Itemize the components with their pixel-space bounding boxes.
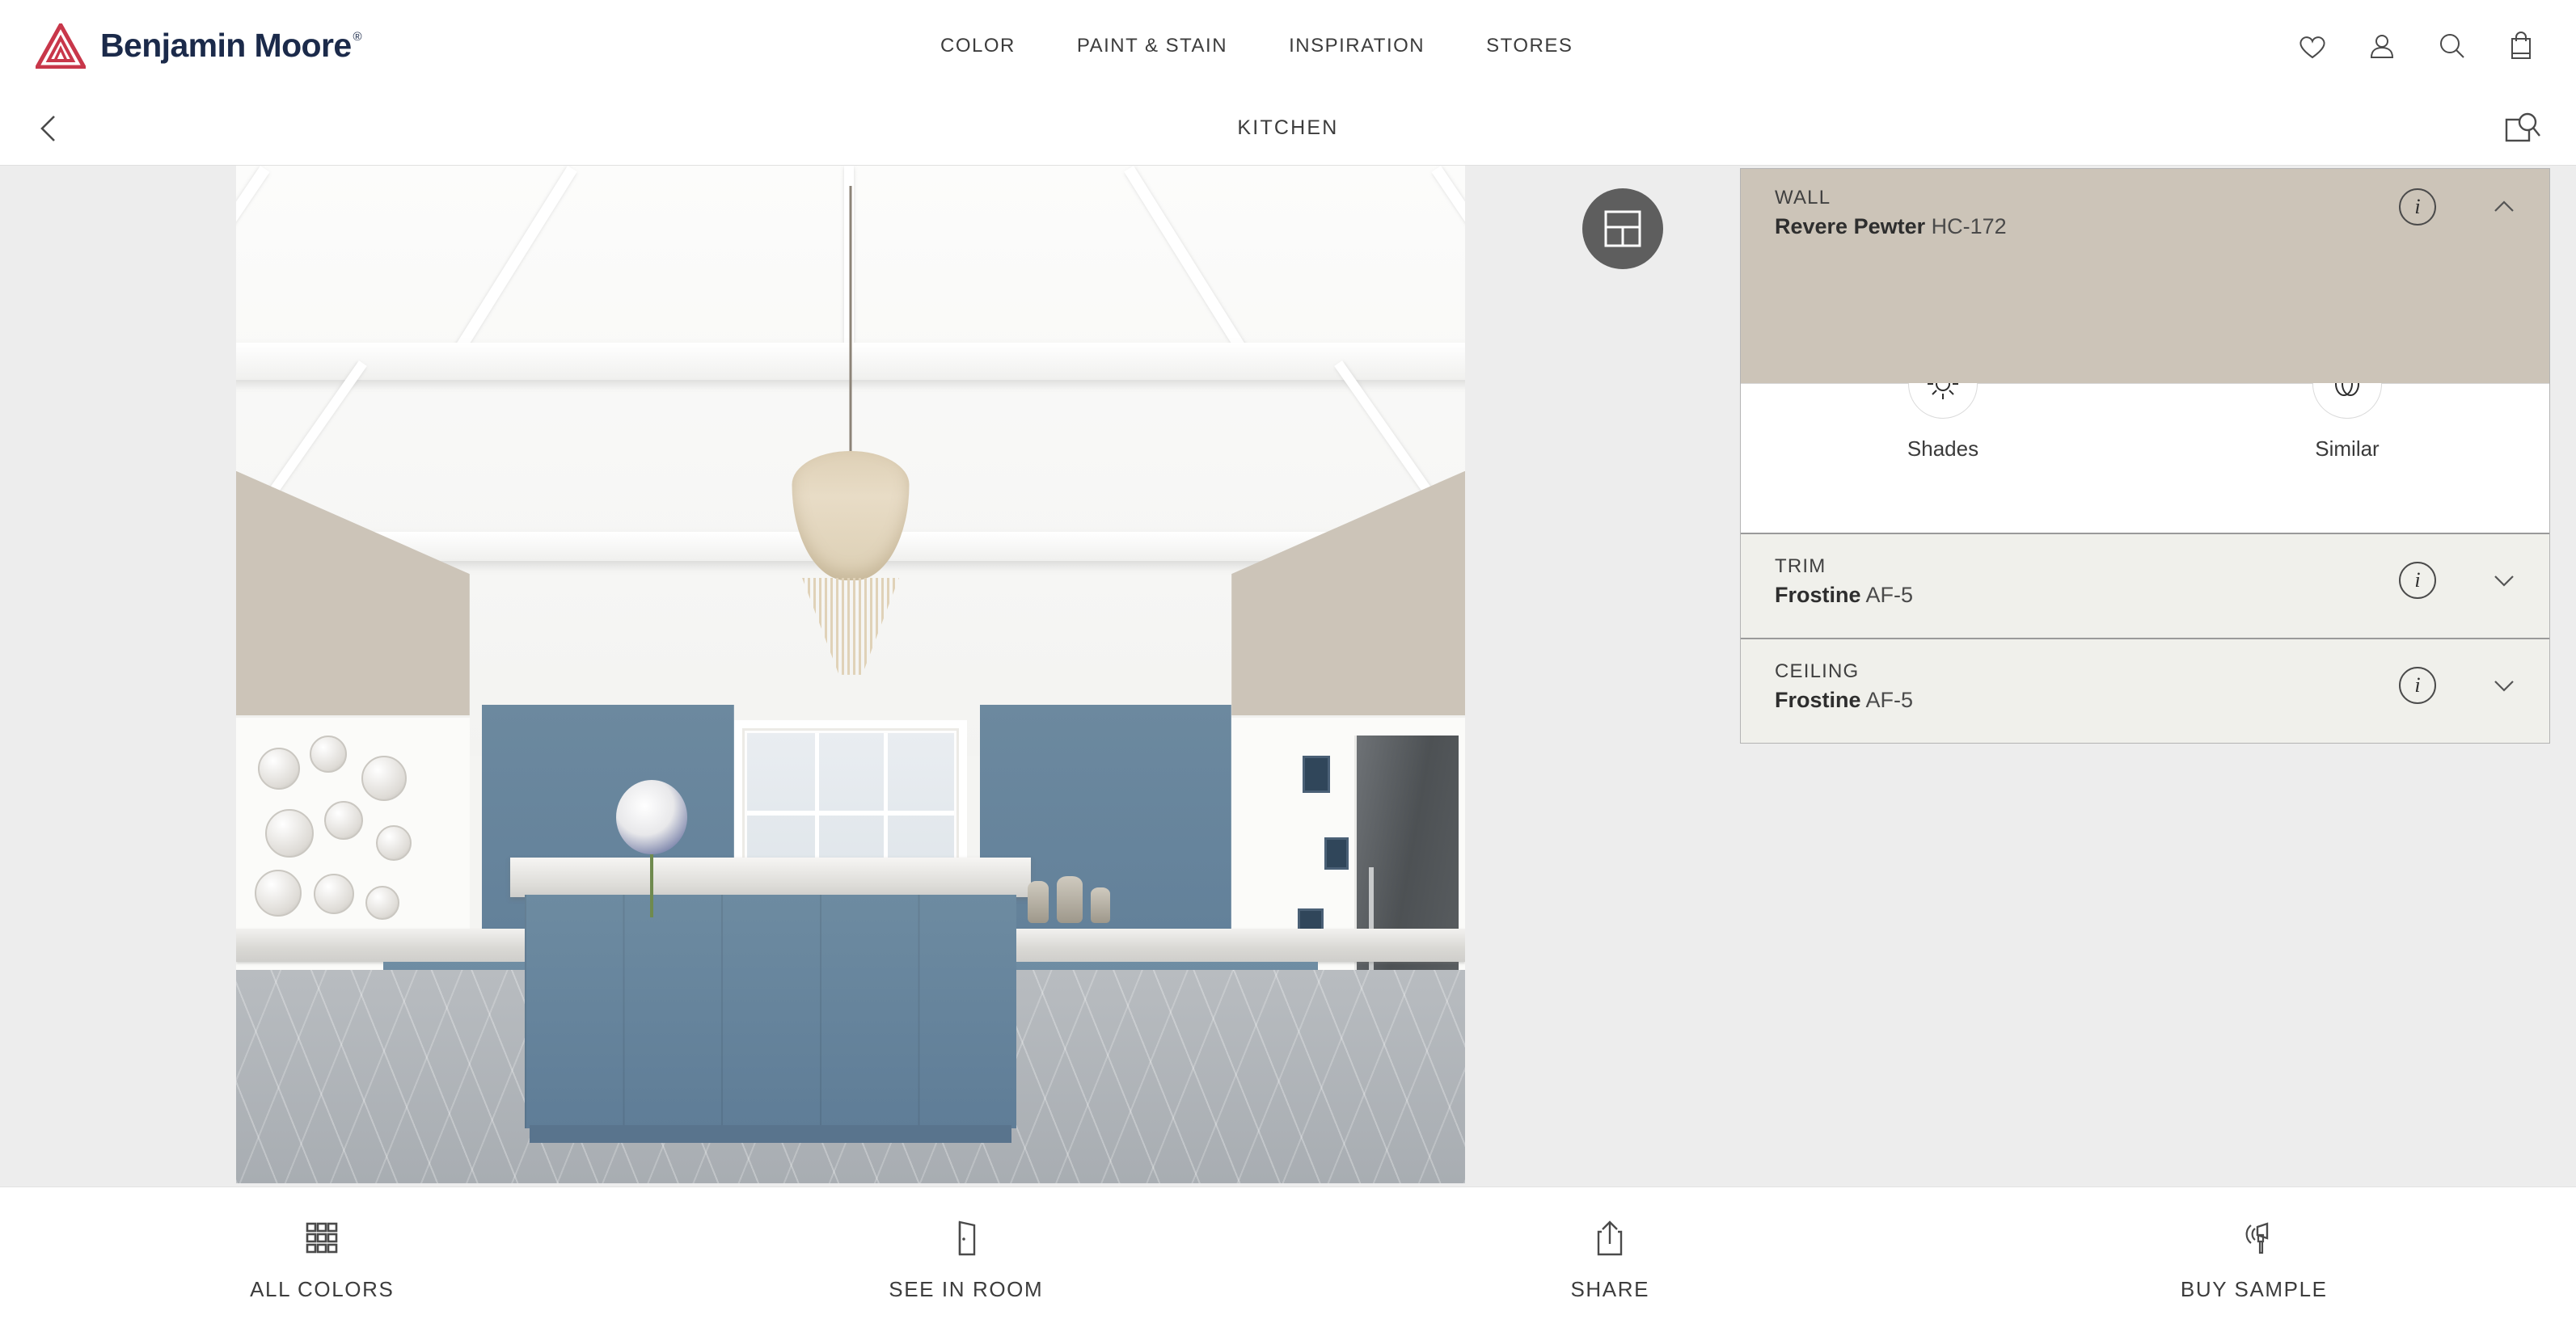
registered-mark: ® [353,30,362,44]
chevron-down-icon-ceiling[interactable] [2489,671,2519,700]
chevron-up-icon[interactable] [2489,192,2519,221]
share-button[interactable]: SHARE [1288,1187,1932,1332]
color-name-trim: Frostine AF-5 [1775,583,1913,608]
zoom-image-icon[interactable] [2503,110,2542,147]
top-header: Benjamin Moore ® COLOR PAINT & STAIN INS… [0,0,2576,91]
brand-name: Benjamin Moore ® [100,27,362,65]
color-code-trim: AF-5 [1865,583,1914,607]
page-root: Benjamin Moore ® COLOR PAINT & STAIN INS… [0,0,2576,1332]
brand-logo[interactable]: Benjamin Moore ® [36,0,362,91]
buy-sample-label: BUY SAMPLE [2180,1277,2328,1301]
color-name-ceiling-text: Frostine [1775,688,1861,712]
page-title: KITCHEN [1237,116,1339,139]
info-icon-wall[interactable]: i [2399,188,2436,226]
see-in-room-label: SEE IN ROOM [889,1277,1044,1301]
color-row-ceiling[interactable]: CEILING Frostine AF-5 i [1741,638,2549,743]
color-tools-row: Shades Similar [1741,349,2549,533]
similar-tool[interactable]: Similar [2145,349,2549,533]
color-row-wall[interactable]: WALL Revere Pewter HC-172 i [1741,169,2549,383]
color-row-trim[interactable]: TRIM Frostine AF-5 i [1741,533,2549,638]
info-icon-trim[interactable]: i [2399,562,2436,599]
similar-tool-label: Similar [2315,436,2380,461]
color-name-wall: Revere Pewter HC-172 [1775,214,2007,239]
all-colors-label: ALL COLORS [250,1277,395,1301]
all-colors-button[interactable]: ALL COLORS [0,1187,644,1332]
shopping-bag-icon[interactable] [2505,30,2537,62]
room-image[interactable] [236,166,1465,1183]
share-label: SHARE [1570,1277,1650,1301]
color-row-ceiling-label: CEILING Frostine AF-5 [1775,660,1913,713]
wall-art-2 [1324,837,1349,870]
surface-name-wall: WALL [1775,187,1831,209]
paint-brush-icon [2245,1222,2268,1254]
color-code-wall: HC-172 [1931,214,2007,238]
surface-name-ceiling: CEILING [1775,660,1860,682]
chevron-down-icon-trim[interactable] [2489,566,2519,595]
color-name-wall-text: Revere Pewter [1775,214,1926,238]
color-row-wall-actions: i [2399,188,2519,226]
bottom-toolbar: ALL COLORS SEE IN ROOM SHARE BUY SAMPLE [0,1187,2576,1332]
benjamin-moore-triangle-logo [36,23,86,69]
color-name-ceiling: Frostine AF-5 [1775,688,1913,713]
color-code-ceiling: AF-5 [1865,688,1914,712]
color-selection-panel: WALL Revere Pewter HC-172 i Shades Simil… [1740,168,2550,744]
nav-item-stores[interactable]: STORES [1455,35,1603,57]
kitchen-rendering [236,166,1465,1183]
color-row-ceiling-actions: i [2399,667,2519,704]
flower-arrangement [605,756,702,918]
surface-name-trim: TRIM [1775,555,1826,577]
vase-group [1023,873,1120,923]
header-icon-group [2296,0,2537,91]
search-icon[interactable] [2435,30,2468,62]
chevron-left-icon[interactable] [31,110,68,147]
layout-toggle-button[interactable] [1582,188,1663,269]
nav-item-inspiration[interactable]: INSPIRATION [1258,35,1455,57]
grid-3x3-icon [306,1222,338,1254]
buy-sample-button[interactable]: BUY SAMPLE [1932,1187,2576,1332]
brand-name-text: Benjamin Moore [100,27,352,64]
kitchen-island [509,858,1032,1143]
decorative-plates [254,736,439,939]
color-row-trim-actions: i [2399,562,2519,599]
see-in-room-button[interactable]: SEE IN ROOM [644,1187,1289,1332]
wall-art-1 [1302,756,1330,794]
share-upload-icon [1598,1220,1623,1256]
user-icon[interactable] [2366,30,2398,62]
main-navigation: COLOR PAINT & STAIN INSPIRATION STORES [910,0,1603,91]
nav-item-paint-stain[interactable]: PAINT & STAIN [1046,35,1258,57]
shades-tool-label: Shades [1907,436,1979,461]
nav-item-color[interactable]: COLOR [910,35,1046,57]
sub-header: KITCHEN [0,91,2576,166]
heart-icon[interactable] [2296,30,2329,62]
door-icon [958,1220,975,1256]
color-row-wall-label: WALL Revere Pewter HC-172 [1775,187,2007,239]
info-icon-ceiling[interactable]: i [2399,667,2436,704]
layout-grid-icon [1604,210,1641,247]
shades-tool[interactable]: Shades [1741,349,2145,533]
color-name-trim-text: Frostine [1775,583,1861,607]
color-row-trim-label: TRIM Frostine AF-5 [1775,555,1913,608]
